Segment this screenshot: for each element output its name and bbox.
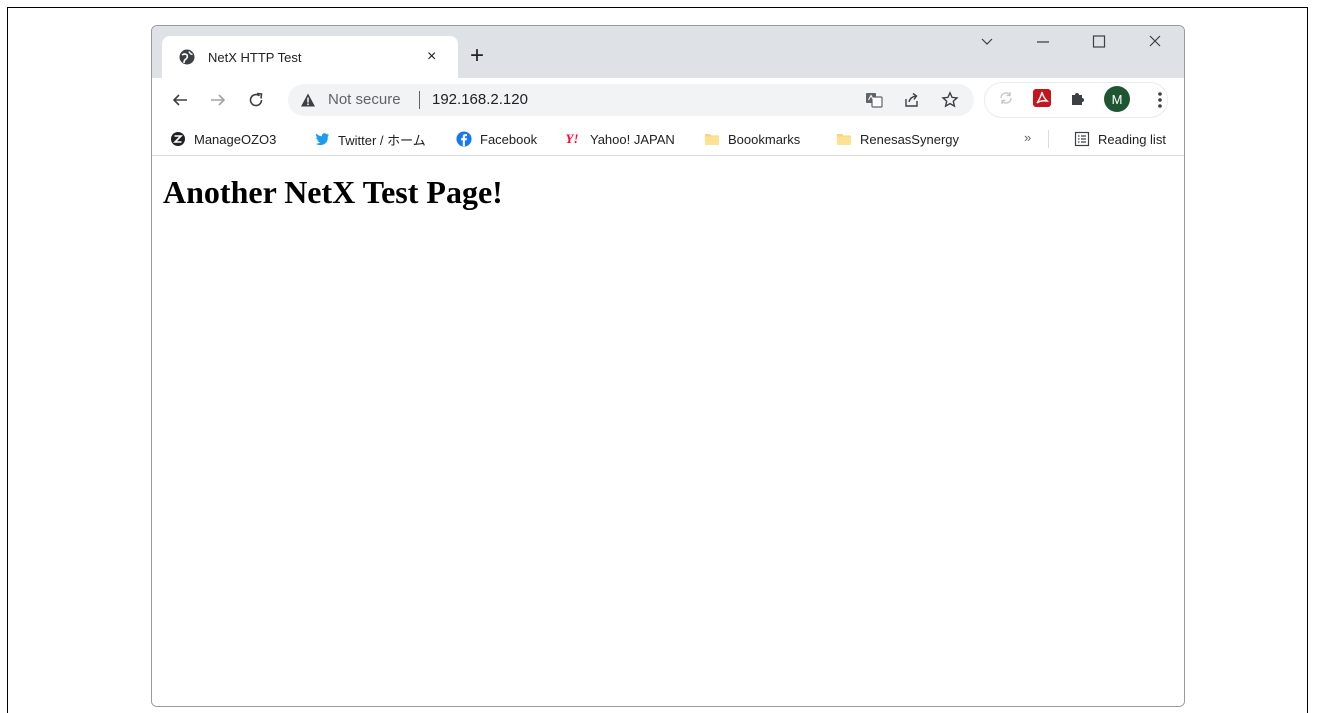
bookmark-label: Facebook	[480, 131, 538, 147]
folder-icon	[836, 131, 852, 147]
bookmark-twitter[interactable]: Twitter / ホーム	[314, 129, 426, 149]
tab-strip: NetX HTTP Test × +	[152, 26, 1184, 78]
forward-icon[interactable]	[206, 88, 230, 112]
warning-icon[interactable]	[300, 92, 316, 113]
bookmarks-divider	[1048, 130, 1049, 148]
back-icon[interactable]	[168, 88, 192, 112]
toolbar: Not secure 192.168.2.120 M	[152, 78, 1184, 122]
bookmark-facebook[interactable]: Facebook	[456, 129, 537, 149]
maximize-icon[interactable]	[1092, 34, 1106, 51]
tab-title: NetX HTTP Test	[208, 49, 302, 65]
reading-list-button[interactable]: Reading list	[1074, 129, 1166, 149]
profile-avatar[interactable]: M	[1104, 86, 1130, 112]
globe-icon	[178, 48, 196, 66]
security-label[interactable]: Not secure	[328, 91, 401, 108]
bookmark-folder-boookmarks[interactable]: Boookmarks	[704, 129, 800, 149]
bookmark-label: ManageOZO3	[194, 131, 277, 147]
bookmark-label: RenesasSynergy	[860, 131, 959, 147]
bookmarks-overflow-chevron[interactable]: »	[1024, 130, 1031, 145]
page-heading: Another NetX Test Page!	[163, 174, 503, 210]
tab-search-icon[interactable]	[980, 34, 994, 51]
acrobat-icon[interactable]	[1032, 88, 1052, 108]
facebook-icon	[456, 131, 472, 147]
reading-list-icon	[1074, 131, 1090, 147]
bookmark-yahoo-japan[interactable]: Y! Yahoo! JAPAN	[562, 129, 675, 149]
translate-icon[interactable]	[864, 90, 884, 110]
new-tab-button[interactable]: +	[470, 42, 484, 70]
address-bar[interactable]: Not secure 192.168.2.120	[288, 84, 974, 116]
tab-netx-http-test[interactable]: NetX HTTP Test ×	[162, 36, 458, 78]
bookmark-manageozo3[interactable]: ManageOZO3	[170, 129, 276, 149]
page-content: Another NetX Test Page!	[152, 156, 1184, 706]
share-icon[interactable]	[902, 90, 922, 110]
omnibox-divider	[419, 91, 420, 109]
reload-icon[interactable]	[244, 88, 268, 112]
close-window-icon[interactable]	[1148, 34, 1162, 51]
minimize-icon[interactable]	[1036, 34, 1050, 51]
url-text[interactable]: 192.168.2.120	[432, 91, 528, 108]
bookmark-label: Boookmarks	[728, 131, 801, 147]
bookmark-label: Twitter / ホーム	[338, 132, 426, 148]
bookmark-folder-renesassynergy[interactable]: RenesasSynergy	[836, 129, 959, 149]
bookmark-label: Yahoo! JAPAN	[590, 131, 675, 147]
folder-icon	[704, 131, 720, 147]
menu-kebab-icon[interactable]	[1150, 88, 1170, 112]
bookmark-star-icon[interactable]	[940, 90, 960, 110]
reading-list-label: Reading list	[1098, 131, 1166, 147]
twitter-bird-icon	[314, 131, 330, 147]
sync-icon[interactable]	[996, 88, 1016, 108]
yahoo-icon: Y!	[565, 131, 579, 146]
bookmarks-bar: ManageOZO3 Twitter / ホーム Facebook Y! Yah…	[152, 122, 1184, 156]
browser-window: NetX HTTP Test × + Not secure 192.168.2.…	[151, 25, 1185, 707]
tab-close-icon[interactable]: ×	[427, 48, 436, 66]
extensions-puzzle-icon[interactable]	[1068, 88, 1088, 108]
z-logo-icon	[170, 131, 186, 147]
